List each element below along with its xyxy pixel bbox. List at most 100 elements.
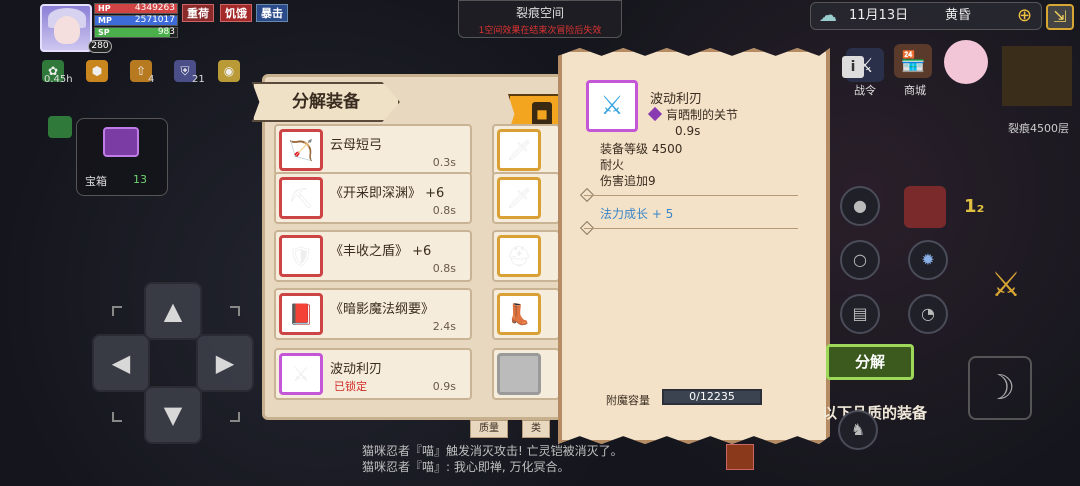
tooltip-divider — [584, 195, 798, 196]
padlock-icon: ■ — [532, 102, 552, 126]
time-of-day: 黄昏 — [945, 8, 972, 23]
enchant-capacity-label: 附魔容量 — [606, 394, 650, 407]
decompose-time: 0.8s — [432, 204, 456, 217]
exit-button[interactable]: ⇲ — [1046, 4, 1074, 30]
gear-button[interactable]: ✹ — [908, 240, 948, 280]
equipment-item-icon: 🗡 — [497, 177, 541, 219]
decompose-time: 0.3s — [432, 156, 456, 169]
dpad-corner-mark — [230, 412, 240, 422]
inspect-button[interactable]: ◔ — [908, 294, 948, 334]
equipment-item[interactable]: 🏹 云母短弓 0.3s — [274, 124, 472, 176]
buff-count: 0.45h — [44, 74, 73, 85]
equipment-item[interactable]: 🛡 《丰收之盾》 +6 0.8s — [274, 230, 472, 282]
decompose-time: 0.9s — [432, 380, 456, 393]
sp-bar: SP 983 — [94, 27, 178, 38]
pet-button[interactable]: ♞ — [838, 410, 878, 450]
map-marker-icon[interactable] — [48, 116, 72, 138]
equipment-item-icon: ⛑ — [497, 235, 541, 277]
equipment-item-icon: 🛡 — [279, 235, 323, 277]
locked-label: 已锁定 — [334, 380, 367, 393]
decompose-time: 0.8s — [432, 262, 456, 275]
equipment-item-icon: 🏹 — [279, 129, 323, 171]
globe-icon[interactable]: ⊕ — [1017, 3, 1032, 29]
equipment-item-name: 云母短弓 — [330, 138, 383, 153]
sort-tab-quality[interactable]: 质量 — [470, 420, 508, 438]
dpad-down[interactable]: ▼ — [144, 386, 202, 444]
dpad-up[interactable]: ▲ — [144, 282, 202, 340]
tooltip-stat: 装备等级 4500 — [600, 142, 683, 156]
equipment-item[interactable]: 🗡 — [492, 124, 560, 176]
equipment-item-icon: 👢 — [497, 293, 541, 335]
companion-portrait[interactable] — [944, 40, 988, 84]
enchant-capacity-bar: 0/12235 — [662, 389, 762, 405]
arrow-left-icon: ◀ — [111, 349, 131, 377]
equipment-item[interactable]: ⚔ 波动利刃已锁定 0.9s — [274, 348, 472, 400]
rift-title: 裂痕空间 — [515, 6, 564, 20]
battle-pass-caption: 战令 — [854, 84, 876, 97]
bow-slot-icon[interactable]: ☽ — [968, 356, 1032, 420]
paw-icon: ● — [853, 196, 867, 215]
tooltip-stat: 耐火 — [600, 158, 625, 172]
rift-warning: 1空间效果在结束次冒险后失效 — [478, 26, 602, 36]
weapon-slot-sword-icon[interactable]: ⚔ — [978, 258, 1034, 312]
equipment-item[interactable]: 👢 — [492, 288, 560, 340]
sp-label: SP — [98, 28, 110, 37]
hp-bar: HP 4349263 — [94, 3, 178, 14]
date-bar: ☁ 11月13日 黄昏 ⊕ — [810, 2, 1042, 30]
chart-button-icon[interactable] — [726, 444, 754, 470]
tooltip-item-name: 波动利刃 — [650, 92, 703, 107]
buff-count: 4 — [148, 74, 155, 85]
shop-button[interactable]: 🏪 — [894, 44, 932, 78]
pet-icon: ♞ — [850, 420, 866, 439]
equipment-item[interactable] — [492, 348, 560, 400]
chest-count: 13 — [133, 173, 147, 186]
date-text: 11月13日 — [849, 8, 909, 23]
minimap[interactable] — [1002, 46, 1072, 106]
status-overload[interactable]: 重荷 — [182, 4, 214, 22]
buff-count: 21 — [192, 74, 205, 85]
tooltip-stat: 伤害追加9 — [600, 174, 656, 188]
equipment-item-icon: 📕 — [279, 293, 323, 335]
avatar-face — [54, 16, 80, 44]
mp-label: MP — [98, 16, 112, 25]
magnifier-icon: ○ — [853, 250, 867, 269]
arrow-down-icon: ▼ — [163, 401, 183, 429]
hexagon-icon[interactable]: ⬢ — [86, 60, 108, 82]
equipment-item[interactable]: 📕 《暗影魔法纲要》 2.4s — [274, 288, 472, 340]
sort-tab-type[interactable]: 类 — [522, 420, 550, 438]
search-button[interactable]: ○ — [840, 240, 880, 280]
gem-icon — [647, 106, 663, 122]
decompose-button[interactable]: 分解 — [826, 344, 914, 380]
equipment-item[interactable]: ⛑ — [492, 230, 560, 282]
equipment-item-name: 《丰收之盾》 +6 — [330, 244, 432, 259]
equipment-item[interactable]: ⛏ 《开采即深渊》 +6 0.8s — [274, 172, 472, 224]
dpad-left[interactable]: ◀ — [92, 334, 150, 392]
status-hunger[interactable]: 饥饿 — [220, 4, 252, 22]
coin-icon[interactable]: ◉ — [218, 60, 240, 82]
equipment-item[interactable]: 🗡 — [492, 172, 560, 224]
status-crit[interactable]: 暴击 — [256, 4, 288, 22]
arrow-up-icon: ▲ — [163, 297, 183, 325]
level-badge: 280 — [88, 40, 112, 53]
chest-slot[interactable]: 宝箱 13 — [76, 118, 168, 196]
wave-blade-icon: ⚔ — [586, 80, 638, 132]
equipment-item-icon: ⚔ — [279, 353, 323, 395]
dpad-right[interactable]: ▶ — [196, 334, 254, 392]
sp-value: 983 — [157, 27, 175, 37]
shop-caption: 商城 — [904, 84, 926, 97]
shop-icon: 🏪 — [900, 49, 926, 73]
skill-button[interactable]: ● — [840, 186, 880, 226]
decompose-title: 分解装备 — [252, 82, 400, 122]
mp-value: 2571017 — [134, 15, 175, 25]
equipment-item-name: 波动利刃 — [330, 362, 383, 377]
swap-slot-icon[interactable]: 1₂ — [964, 196, 984, 217]
rift-banner: 裂痕空间 1空间效果在结束次冒险后失效 — [458, 0, 622, 38]
combat-log-line: 猫咪忍者『喵』: 我心即禅, 万化冥合。 — [362, 460, 570, 474]
equipment-item-icon — [497, 353, 541, 395]
dice-button[interactable] — [904, 186, 946, 228]
player-avatar[interactable] — [40, 4, 92, 52]
equipment-item-icon: ⛏ — [279, 177, 323, 219]
equipment-item-name: 《暗影魔法纲要》 — [330, 302, 435, 317]
info-icon[interactable]: i — [842, 56, 864, 78]
book-button[interactable]: ▤ — [840, 294, 880, 334]
